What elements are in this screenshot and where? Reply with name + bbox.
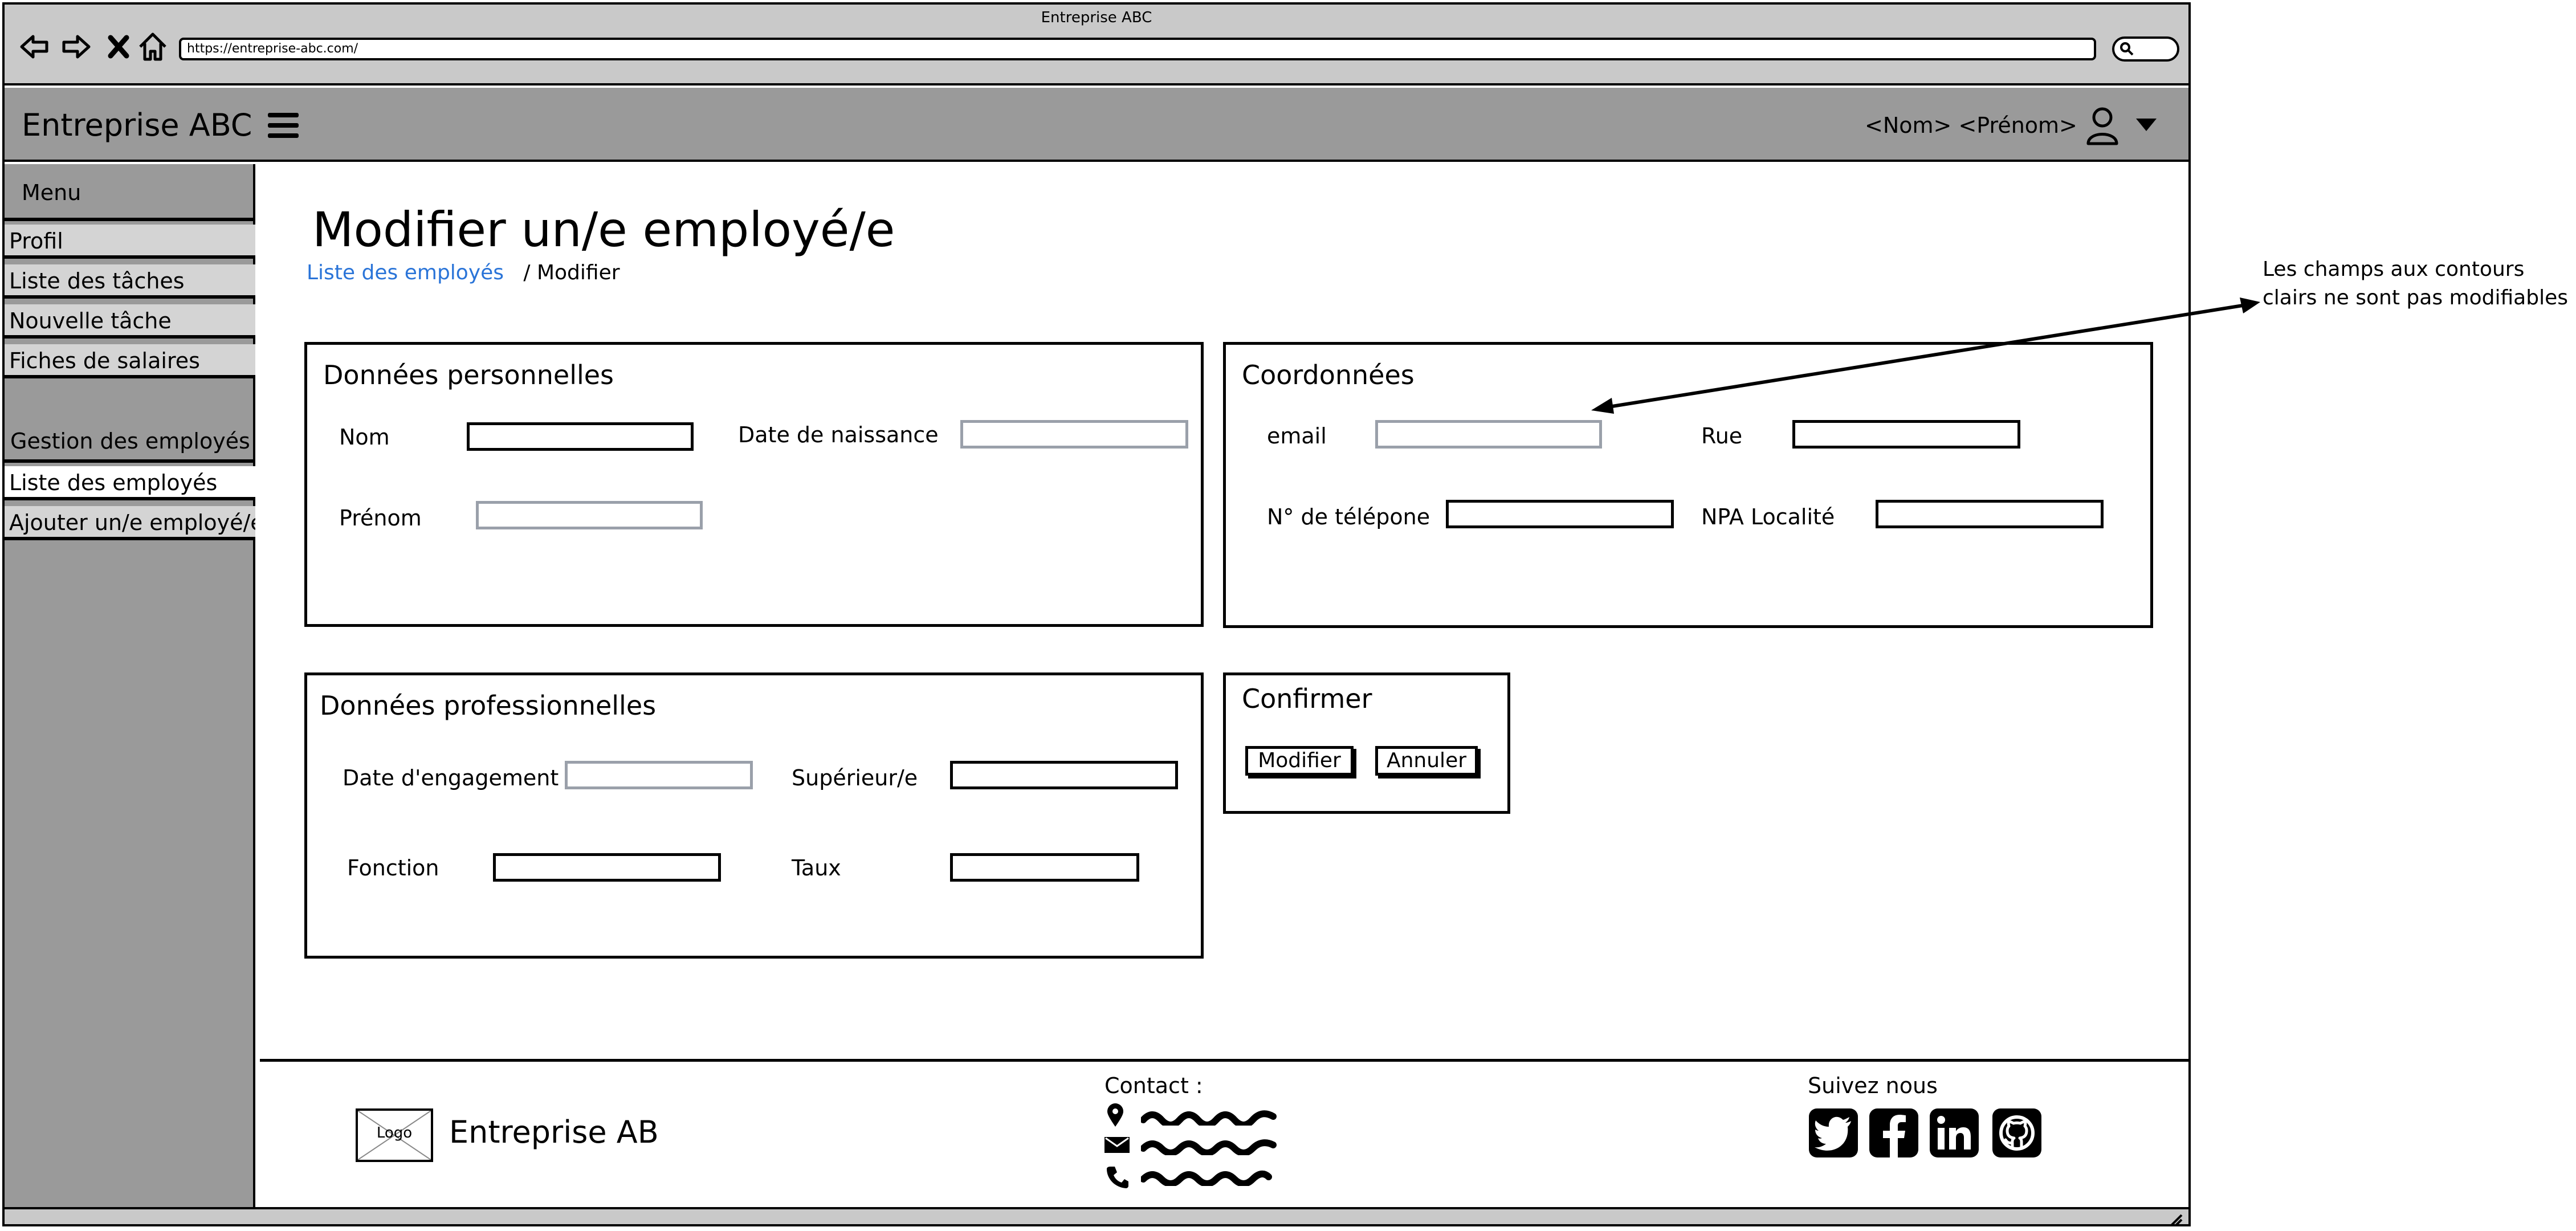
- engagement-label: Date d'engagement: [343, 765, 559, 790]
- back-arrow-icon[interactable]: [17, 30, 51, 64]
- breadcrumb-current: / Modifier: [523, 261, 620, 284]
- nom-field[interactable]: [467, 422, 694, 451]
- fonction-field[interactable]: [493, 853, 721, 882]
- browser-search[interactable]: [2112, 36, 2179, 62]
- annotation-arrow: [1591, 297, 2260, 414]
- taux-field[interactable]: [950, 853, 1139, 882]
- sidebar-item-nouvelle-tache[interactable]: Nouvelle tâche: [5, 304, 255, 339]
- phone-icon: [1107, 1167, 1128, 1188]
- chevron-down-icon[interactable]: [2135, 116, 2158, 133]
- fonction-label: Fonction: [347, 855, 439, 881]
- close-icon[interactable]: [101, 30, 136, 64]
- superieur-label: Supérieur/e: [792, 765, 918, 790]
- card-title: Données personnelles: [323, 360, 614, 390]
- annotation-line-1: Les champs aux contours: [2263, 258, 2525, 281]
- sidebar-section-header: Gestion des employés: [5, 377, 255, 463]
- sidebar-item-ajouter-employe[interactable]: Ajouter un/e employé/e: [5, 506, 255, 540]
- annotation-line-2: clairs ne sont pas modifiables: [2263, 286, 2568, 309]
- date-engagement-field: [565, 761, 753, 789]
- brand-name: Entreprise ABC: [22, 107, 252, 143]
- rue-field[interactable]: [1792, 420, 2020, 449]
- contact-address: [1104, 1102, 1298, 1130]
- breadcrumb: Liste des employés / Modifier: [307, 261, 620, 284]
- forward-arrow-icon[interactable]: [59, 30, 93, 64]
- home-icon[interactable]: [136, 30, 170, 64]
- card-title: Confirmer: [1242, 683, 1372, 714]
- status-bar: [5, 1207, 2188, 1226]
- email-field: [1375, 420, 1602, 449]
- date-naissance-field: [960, 420, 1188, 449]
- sidebar-item-liste-taches[interactable]: Liste des tâches: [5, 264, 255, 299]
- sidebar-section-label: Gestion des employés: [10, 429, 250, 454]
- taux-label: Taux: [792, 855, 841, 881]
- hamburger-menu-icon[interactable]: [268, 113, 299, 138]
- redacted-text: [1141, 1170, 1272, 1186]
- confirm-card: Confirmer Modifier Annuler: [1223, 672, 1510, 814]
- redacted-text: [1141, 1139, 1277, 1155]
- npa-localite-label: NPA Localité: [1701, 504, 1835, 529]
- logo-label: Logo: [376, 1124, 413, 1142]
- map-pin-icon: [1107, 1103, 1123, 1127]
- professional-data-card: Données professionnelles Date d'engageme…: [304, 672, 1204, 959]
- nom-label: Nom: [339, 425, 390, 450]
- twitter-icon[interactable]: [1809, 1108, 1858, 1157]
- sidebar-menu-label: Menu: [22, 180, 81, 205]
- superieur-field[interactable]: [950, 761, 1178, 789]
- user-avatar-icon[interactable]: [2085, 106, 2120, 146]
- sidebar-item-fiches-salaires[interactable]: Fiches de salaires: [5, 344, 255, 378]
- email-label: email: [1267, 423, 1327, 449]
- linkedin-icon[interactable]: [1930, 1108, 1979, 1157]
- contact-title: Contact :: [1104, 1073, 1203, 1098]
- github-icon[interactable]: [1992, 1108, 2041, 1157]
- envelope-icon: [1104, 1137, 1130, 1153]
- facebook-icon[interactable]: [1869, 1108, 1918, 1157]
- app-header: Entreprise ABC <Nom> <Prénom>: [5, 88, 2188, 162]
- follow-title: Suivez nous: [1808, 1073, 1938, 1098]
- annotation-note: Les champs aux contours clairs ne sont p…: [2263, 255, 2570, 312]
- sidebar-menu-title: Menu: [5, 164, 255, 221]
- window-title: Entreprise ABC: [1041, 9, 1152, 26]
- footer: Logo Entreprise AB Contact : Suivez nous: [260, 1059, 2188, 1207]
- contact-email: [1104, 1131, 1298, 1160]
- browser-toolbar: Entreprise ABC https://entreprise-abc.co…: [5, 5, 2188, 85]
- resize-handle-icon[interactable]: [2167, 1212, 2183, 1226]
- telephone-label: N° de télépone: [1267, 504, 1430, 529]
- page-title: Modifier un/e employé/e: [312, 202, 895, 258]
- sidebar: Menu Profil Liste des tâches Nouvelle tâ…: [5, 164, 255, 1207]
- personal-data-card: Données personnelles Nom Date de naissan…: [304, 342, 1204, 627]
- npa-localite-field[interactable]: [1876, 500, 2104, 528]
- browser-window: Entreprise ABC https://entreprise-abc.co…: [2, 2, 2191, 1226]
- redacted-text: [1141, 1110, 1277, 1126]
- prenom-label: Prénom: [339, 506, 422, 531]
- user-name[interactable]: <Nom> <Prénom>: [1865, 113, 2077, 138]
- card-title: Données professionnelles: [320, 690, 657, 721]
- breadcrumb-link[interactable]: Liste des employés: [307, 261, 504, 284]
- search-icon: [2120, 42, 2134, 56]
- sidebar-item-liste-employes[interactable]: Liste des employés: [5, 466, 255, 500]
- naissance-label: Date de naissance: [738, 422, 939, 447]
- cancel-button[interactable]: Annuler: [1375, 746, 1478, 776]
- sidebar-item-profil[interactable]: Profil: [5, 225, 255, 259]
- prenom-field: [476, 501, 703, 529]
- telephone-field[interactable]: [1446, 500, 1674, 528]
- card-title: Coordonnées: [1242, 360, 1415, 390]
- url-bar[interactable]: https://entreprise-abc.com/: [179, 38, 2096, 60]
- contact-phone: [1104, 1163, 1298, 1192]
- footer-brand: Entreprise AB: [449, 1114, 659, 1150]
- modify-button[interactable]: Modifier: [1245, 746, 1354, 776]
- rue-label: Rue: [1701, 423, 1743, 449]
